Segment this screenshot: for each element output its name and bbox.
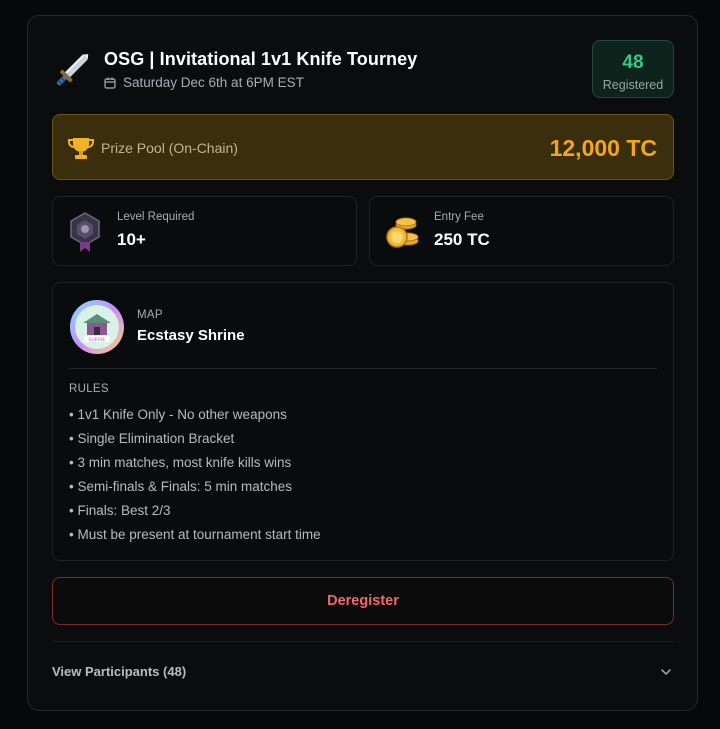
trophy-icon	[68, 138, 94, 159]
map-thumb-text: SHRINE	[89, 337, 106, 343]
prize-pool-label: Prize Pool (On-Chain)	[101, 140, 238, 156]
entry-fee-label: Entry Fee	[434, 211, 484, 223]
level-required-label: Level Required	[117, 211, 195, 223]
deregister-button[interactable]: Deregister	[52, 577, 674, 625]
map-thumbnail: SHRINE	[70, 300, 124, 354]
tournament-card: OSG | Invitational 1v1 Knife Tourney Sat…	[27, 15, 698, 711]
rule-item: Semi-finals & Finals: 5 min matches	[69, 475, 321, 499]
date-text: Saturday Dec 6th at 6PM EST	[123, 75, 304, 90]
prize-pool-amount: 12,000 TC	[549, 135, 657, 161]
rule-item: 3 min matches, most knife kills wins	[69, 451, 321, 475]
prize-pool-banner: Prize Pool (On-Chain) 12,000 TC	[52, 114, 674, 180]
registered-badge: 48 Registered	[592, 40, 674, 98]
view-participants-label: View Participants (48)	[52, 664, 187, 679]
level-required-value: 10+	[117, 230, 146, 249]
tournament-title: OSG | Invitational 1v1 Knife Tourney	[104, 49, 418, 69]
chevron-down-icon	[661, 669, 671, 675]
divider	[52, 641, 674, 642]
tournament-date: Saturday Dec 6th at 6PM EST	[104, 75, 304, 90]
view-participants-toggle[interactable]: View Participants (48)	[52, 656, 674, 688]
entry-fee-value: 250 TC	[434, 230, 490, 249]
divider	[69, 368, 657, 369]
coins-icon	[386, 217, 419, 248]
entry-fee-box: Entry Fee 250 TC	[369, 196, 674, 266]
rule-item: 1v1 Knife Only - No other weapons	[69, 403, 321, 427]
rule-item: Finals: Best 2/3	[69, 499, 321, 523]
level-badge-icon	[70, 212, 100, 252]
rule-item: Single Elimination Bracket	[69, 427, 321, 451]
map-rules-panel: SHRINE MAP Ecstasy Shrine RULES 1v1 Knif…	[52, 282, 674, 561]
rules-list: 1v1 Knife Only - No other weapons Single…	[69, 403, 321, 547]
calendar-icon	[104, 77, 116, 89]
registered-count: 48	[622, 52, 644, 73]
knife-icon	[56, 54, 89, 86]
rule-item: Must be present at tournament start time	[69, 523, 320, 547]
level-required-box: Level Required 10+	[52, 196, 357, 266]
rules-label: RULES	[69, 383, 109, 395]
map-label: MAP	[137, 309, 163, 321]
map-name: Ecstasy Shrine	[137, 327, 245, 344]
registered-label: Registered	[602, 78, 664, 92]
